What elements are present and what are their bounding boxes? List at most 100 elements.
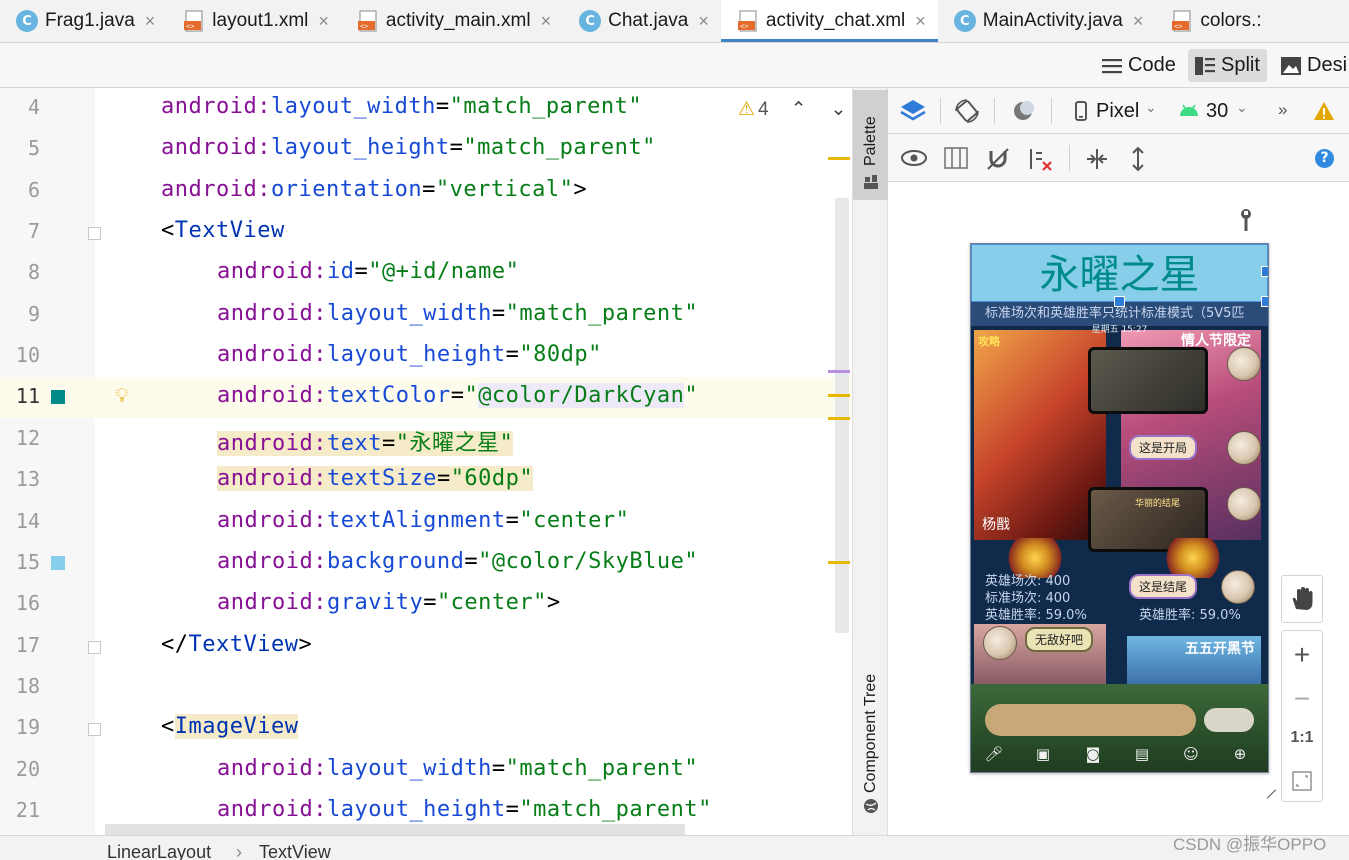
code-line[interactable]: 6 android:orientation="vertical"> — [0, 171, 852, 212]
previous-highlight-icon[interactable]: ⌃ — [791, 98, 807, 121]
code-line[interactable]: 19 <ImageView — [0, 708, 852, 749]
xml-layout-icon: <> — [737, 10, 759, 32]
zoom-actual-size-button[interactable]: 1:1 — [1282, 729, 1322, 747]
editor-tab[interactable]: <> activity_main.xml × — [341, 0, 563, 42]
component-tree-tool-button[interactable]: Component Tree — [853, 648, 888, 823]
code-line[interactable]: 7 <TextView — [0, 212, 852, 253]
device-preview[interactable]: 攻略 杨戬 情人节限定 这是开局 华丽的结尾 英雄场次: 400 标准场次: 4… — [970, 243, 1269, 773]
device-selector[interactable]: Pixel — [1096, 100, 1139, 123]
wrench-icon[interactable] — [1239, 208, 1253, 232]
pan-tool-button[interactable] — [1281, 575, 1323, 623]
viewport-icon[interactable] — [944, 147, 968, 169]
api-level-selector[interactable]: 30 — [1206, 100, 1228, 123]
close-tab-icon[interactable]: × — [541, 11, 552, 32]
breadcrumb-item[interactable]: LinearLayout — [107, 842, 211, 860]
warning-marker[interactable] — [828, 157, 850, 160]
expand-vertical-icon[interactable] — [1128, 146, 1148, 172]
fold-toggle-icon[interactable] — [88, 723, 101, 737]
editor-tab[interactable]: C Chat.java × — [563, 0, 721, 42]
toolbar-overflow-icon[interactable]: » — [1278, 100, 1287, 120]
close-tab-icon[interactable]: × — [698, 11, 709, 32]
code-view-button[interactable]: Code — [1095, 49, 1183, 82]
editor-vertical-scrollbar[interactable] — [835, 198, 849, 633]
code-token: = — [436, 466, 451, 492]
close-tab-icon[interactable]: × — [318, 11, 329, 32]
code-line[interactable]: 15 android:background="@color/SkyBlue" — [0, 543, 852, 584]
layers-icon[interactable] — [900, 99, 926, 123]
code-line[interactable]: 16 android:gravity="center"> — [0, 584, 852, 625]
design-view-button[interactable]: Desi — [1274, 49, 1349, 82]
magnet-off-icon[interactable] — [986, 147, 1010, 171]
editor-tab[interactable]: <> colors.: — [1155, 0, 1273, 42]
editor-tab[interactable]: <> activity_chat.xml × — [720, 0, 938, 42]
code-line[interactable]: 11 💡︎ android:textColor="@color/DarkCyan" — [0, 377, 852, 419]
split-view-button[interactable]: Split — [1188, 49, 1267, 82]
add-icon[interactable]: ⊕ — [1229, 743, 1251, 765]
fold-toggle-icon[interactable] — [88, 640, 101, 654]
code-token: layout_height — [326, 796, 506, 822]
warning-icon[interactable] — [1313, 101, 1335, 121]
palette-tool-button[interactable]: Palette — [853, 90, 888, 200]
avatar — [1221, 570, 1255, 604]
code-line[interactable]: 8 android:id="@+id/name" — [0, 253, 852, 294]
code-token: "match_parent" — [449, 94, 643, 119]
selection-handle[interactable] — [1114, 296, 1125, 307]
microphone-icon[interactable]: 🎤︎ — [983, 743, 1005, 765]
highlight-marker[interactable] — [828, 370, 850, 373]
pack-horizontal-icon[interactable] — [1085, 147, 1109, 171]
color-swatch-icon[interactable] — [51, 555, 65, 570]
code-line[interactable]: 13 android:textSize="60dp" — [0, 460, 852, 501]
code-line[interactable]: 5 android:layout_height="match_parent" — [0, 129, 852, 170]
close-tab-icon[interactable]: × — [1133, 11, 1144, 32]
chevron-down-icon[interactable]: ⌄ — [1145, 99, 1157, 116]
color-swatch-icon[interactable] — [51, 390, 65, 405]
clear-constraints-icon[interactable] — [1028, 147, 1054, 171]
preview-title-textview[interactable]: 永曜之星 — [971, 244, 1268, 302]
lightbulb-icon[interactable]: 💡︎ — [115, 383, 129, 407]
warning-marker[interactable] — [828, 394, 850, 397]
code-line[interactable]: 20 android:layout_width="match_parent" — [0, 750, 852, 791]
code-editor[interactable]: 4 android:layout_width="match_parent" 5 and… — [0, 88, 852, 835]
send-button[interactable] — [1204, 708, 1254, 732]
code-token: android: — [217, 590, 327, 616]
orientation-rotate-icon[interactable] — [954, 98, 980, 124]
code-token: android: — [217, 259, 327, 285]
line-number: 13 — [15, 467, 40, 492]
chat-input-field[interactable] — [985, 704, 1196, 736]
camera-icon[interactable]: ◙ — [1082, 743, 1104, 765]
file-icon[interactable]: ▤ — [1131, 743, 1153, 765]
zoom-out-button[interactable]: − — [1282, 683, 1322, 715]
code-line[interactable]: 12 android:text="永曜之星" — [0, 419, 852, 460]
selection-handle[interactable] — [1261, 266, 1268, 277]
code-line[interactable]: 18 — [0, 667, 852, 708]
code-line[interactable]: 9 android:layout_width="match_parent" — [0, 295, 852, 336]
warning-marker[interactable] — [828, 417, 850, 420]
code-line[interactable]: 14 android:textAlignment="center" — [0, 502, 852, 543]
selection-handle[interactable] — [1261, 296, 1268, 307]
close-tab-icon[interactable]: × — [915, 11, 926, 32]
next-highlight-icon[interactable]: ⌄ — [831, 98, 847, 121]
zoom-to-fit-icon[interactable] — [1292, 771, 1312, 791]
code-line[interactable]: 17 </TextView> — [0, 626, 852, 667]
chevron-down-icon[interactable]: ⌄ — [1236, 99, 1248, 116]
zoom-in-button[interactable]: + — [1282, 639, 1322, 671]
close-tab-icon[interactable]: × — [145, 11, 156, 32]
breadcrumb-item[interactable]: TextView — [259, 842, 331, 860]
fold-toggle-icon[interactable] — [88, 227, 101, 241]
editor-horizontal-scrollbar[interactable] — [105, 824, 685, 835]
editor-tab[interactable]: C MainActivity.java × — [938, 0, 1156, 42]
code-line[interactable]: 10 android:layout_height="80dp" — [0, 336, 852, 377]
inspection-widget[interactable]: ⚠ 4 ⌃ ⌄ — [738, 98, 846, 121]
hero-name: 杨戬 — [982, 517, 1010, 533]
help-icon[interactable]: ? — [1315, 149, 1334, 168]
resize-handle[interactable] — [1266, 789, 1277, 799]
code-token: = — [422, 176, 436, 202]
image-icon[interactable]: ▣ — [1032, 743, 1054, 765]
warning-marker[interactable] — [828, 561, 850, 564]
emoji-icon[interactable]: ☺ — [1180, 743, 1202, 765]
code-line[interactable]: 4 android:layout_width="match_parent" — [0, 88, 852, 129]
editor-tab[interactable]: <> layout1.xml × — [167, 0, 341, 42]
editor-tab[interactable]: C Frag1.java × — [0, 0, 167, 42]
theme-night-icon[interactable] — [1012, 100, 1036, 122]
eye-icon[interactable] — [901, 150, 927, 166]
